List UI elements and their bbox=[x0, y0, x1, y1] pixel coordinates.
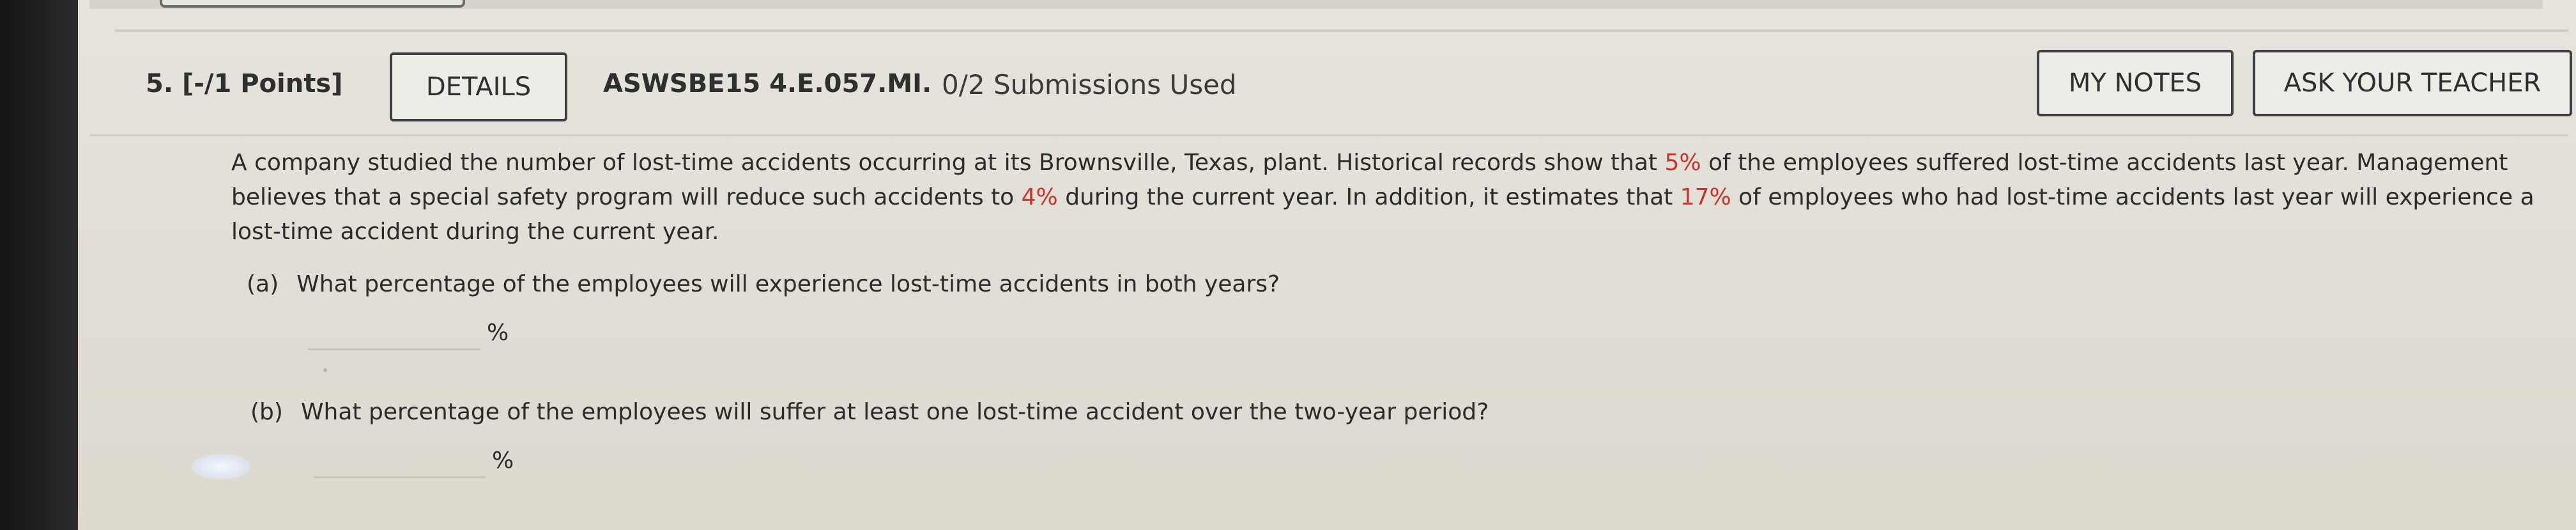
part-b-unit: % bbox=[492, 448, 514, 474]
screen-speck bbox=[323, 368, 327, 372]
assignment-code: ASWSBE15 4.E.057.MI. bbox=[603, 69, 932, 98]
part-a-answer-input[interactable] bbox=[308, 318, 480, 350]
problem-text-segment: during the current year. In addition, it… bbox=[1057, 184, 1680, 210]
part-b-label: (b) bbox=[250, 399, 283, 425]
question-points-label: 5. [-/1 Points] bbox=[146, 69, 343, 98]
question-separator bbox=[115, 29, 2568, 32]
problem-statement: A company studied the number of lost-tim… bbox=[231, 146, 2557, 249]
previous-button-edge bbox=[160, 0, 465, 8]
highlighted-value: 17% bbox=[1680, 184, 1731, 210]
ask-your-teacher-button[interactable]: ASK YOUR TEACHER bbox=[2253, 50, 2572, 116]
problem-text-segment: A company studied the number of lost-tim… bbox=[231, 150, 1665, 176]
details-button[interactable]: DETAILS bbox=[390, 52, 567, 121]
part-b-answer-input[interactable] bbox=[313, 446, 486, 478]
highlighted-value: 4% bbox=[1021, 184, 1058, 210]
screen-glare bbox=[192, 454, 250, 479]
my-notes-button[interactable]: MY NOTES bbox=[2037, 50, 2234, 116]
screen-bezel bbox=[0, 0, 78, 530]
part-b-question: (b) What percentage of the employees will… bbox=[250, 399, 1489, 425]
part-a-label: (a) bbox=[247, 271, 279, 297]
part-b-text: What percentage of the employees will su… bbox=[300, 399, 1489, 425]
part-a-unit: % bbox=[487, 320, 509, 346]
part-a-text: What percentage of the employees will ex… bbox=[296, 271, 1280, 297]
part-a-question: (a) What percentage of the employees will… bbox=[247, 271, 1280, 297]
submissions-count: 0/2 Submissions Used bbox=[942, 69, 1237, 100]
highlighted-value: 5% bbox=[1664, 150, 1701, 176]
header-divider bbox=[89, 134, 2568, 136]
